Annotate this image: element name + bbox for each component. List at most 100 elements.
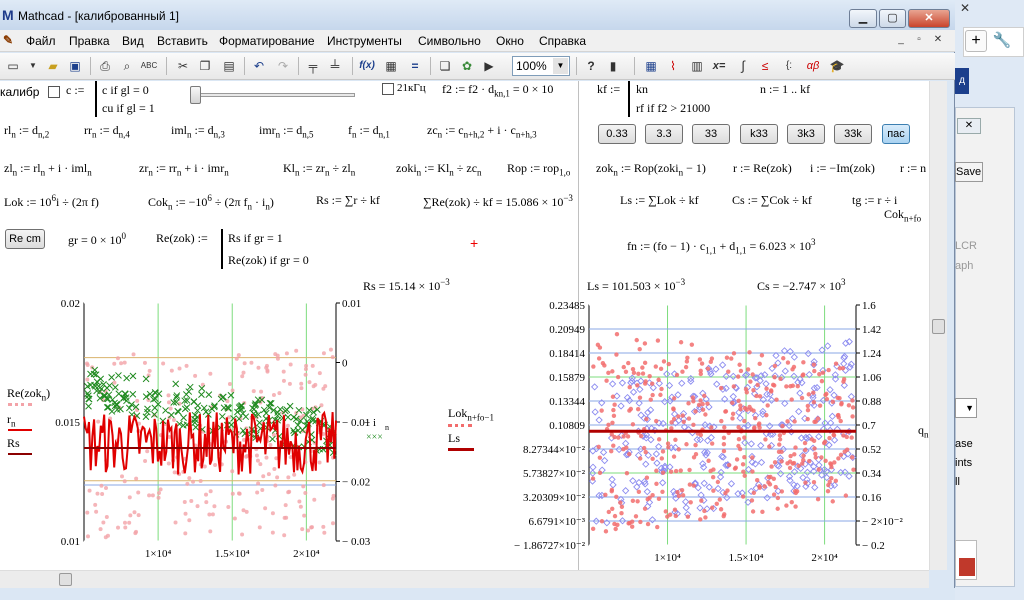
- symbolic-icon[interactable]: 🎓: [828, 57, 846, 75]
- menu-symbolics[interactable]: Символьно: [418, 34, 481, 48]
- insert-function-icon[interactable]: f(x): [358, 57, 376, 75]
- kf-case-2: rf if f2 > 21000: [636, 101, 711, 115]
- evaluation-icon[interactable]: x=: [710, 57, 728, 75]
- menu-view[interactable]: Вид: [122, 34, 144, 48]
- point-lok: [764, 412, 769, 418]
- side-dropdown[interactable]: ▼: [955, 398, 977, 418]
- legend-i-marker: ×××: [366, 432, 383, 443]
- greek-icon[interactable]: αβ: [804, 57, 822, 75]
- document-icon[interactable]: ✎: [3, 33, 19, 49]
- vertical-scrollbar[interactable]: [929, 81, 947, 570]
- align-down-icon[interactable]: ╧: [326, 57, 344, 75]
- menu-format[interactable]: Форматирование: [219, 34, 315, 48]
- range-button-33k[interactable]: 33k: [834, 124, 872, 144]
- spell-check-icon[interactable]: ABC: [140, 57, 158, 75]
- horizontal-scrollbar[interactable]: [0, 570, 929, 588]
- graph-icon[interactable]: ⌇: [664, 57, 682, 75]
- worksheet[interactable]: калибр c := c if gl = 0 cu if gl = 1 21к…: [0, 81, 947, 570]
- add-tab-icon[interactable]: +: [965, 30, 987, 52]
- point-lok: [606, 422, 611, 428]
- new-doc-dropdown-icon[interactable]: ▼: [24, 57, 42, 75]
- point-lok: [743, 386, 749, 392]
- calculator-icon[interactable]: ▦: [642, 57, 660, 75]
- kalibr-checkbox[interactable]: [48, 86, 60, 98]
- zoom-select[interactable]: 100% ▼: [512, 56, 570, 76]
- print-preview-icon[interactable]: ⌕: [118, 57, 136, 75]
- point-lok: [831, 432, 836, 438]
- point-lok: [817, 403, 823, 408]
- range-button-k33[interactable]: k33: [740, 124, 778, 144]
- point-lok: [596, 444, 601, 449]
- chevron-down-icon[interactable]: ▼: [553, 58, 568, 74]
- wrench-icon[interactable]: 🔧: [991, 30, 1013, 52]
- menu-help[interactable]: Справка: [539, 34, 586, 48]
- calculate-icon[interactable]: =: [406, 57, 424, 75]
- menu-tools[interactable]: Инструменты: [327, 34, 402, 48]
- menu-file[interactable]: Файл: [26, 34, 56, 48]
- minimize-button[interactable]: ▁: [849, 9, 877, 28]
- vertical-scroll-thumb[interactable]: [932, 319, 945, 334]
- cok-definition: Cokn := −106 ÷ (2π fn · in): [148, 193, 274, 212]
- insert-unit-icon[interactable]: ▦: [382, 57, 400, 75]
- menu-insert[interactable]: Вставить: [157, 34, 208, 48]
- range-button-33[interactable]: 33: [692, 124, 730, 144]
- horizontal-scroll-thumb[interactable]: [59, 573, 72, 586]
- point-lok: [793, 504, 798, 509]
- boolean-icon[interactable]: ≤: [756, 57, 774, 75]
- y-tick-label-left: 0.13344: [549, 396, 585, 408]
- matrix-icon[interactable]: ▥: [688, 57, 706, 75]
- point-lok: [687, 482, 693, 487]
- point-lok: [626, 360, 631, 366]
- maximize-button[interactable]: ▢: [879, 9, 906, 28]
- point-re-zok: [270, 511, 275, 516]
- align-icon[interactable]: ╤: [304, 57, 322, 75]
- cut-icon[interactable]: ✂: [174, 57, 192, 75]
- undo-icon[interactable]: ↶: [250, 57, 268, 75]
- doc-restore-button[interactable]: ▫: [911, 33, 927, 48]
- plot-inductance[interactable]: 0.23485 0.20949 0.18414 0.15879 0.13344 0.108…: [500, 296, 940, 570]
- programming-icon[interactable]: {:: [780, 57, 798, 75]
- new-doc-icon[interactable]: ▭: [4, 57, 22, 75]
- range-button-0-33[interactable]: 0.33: [598, 124, 636, 144]
- paste-icon[interactable]: ▤: [220, 57, 238, 75]
- menu-window[interactable]: Окно: [496, 34, 524, 48]
- point-re-zok: [244, 454, 249, 459]
- open-icon[interactable]: ▰: [44, 57, 62, 75]
- point-lok: [633, 514, 639, 519]
- point-lok: [764, 386, 769, 391]
- save-button[interactable]: Save: [955, 162, 983, 182]
- point-re-zok: [187, 518, 192, 523]
- doc-close-button[interactable]: ✕: [930, 33, 946, 48]
- 21khz-checkbox[interactable]: [382, 83, 394, 95]
- plot-resistance[interactable]: 0.020.0150.010.010− 0.01− 0.02− 0.031×10…: [0, 296, 410, 570]
- point-re-zok: [112, 361, 117, 366]
- side-panel-close-button[interactable]: ✕: [957, 118, 981, 134]
- menu-edit[interactable]: Правка: [69, 34, 110, 48]
- point-re-zok: [286, 475, 291, 480]
- print-icon[interactable]: ⎙: [96, 57, 114, 75]
- resource-icon[interactable]: ✿: [458, 57, 476, 75]
- redo-icon[interactable]: ↷: [274, 57, 292, 75]
- point-re-zok: [204, 492, 209, 497]
- slider-track[interactable]: [190, 93, 355, 97]
- point-re-zok: [119, 361, 124, 366]
- calculus-icon[interactable]: ∫: [734, 57, 752, 75]
- point-lok: [813, 455, 818, 460]
- copy-icon[interactable]: ❐: [196, 57, 214, 75]
- re-cm-button[interactable]: Re cm: [5, 229, 45, 249]
- point-re-zok: [281, 369, 286, 374]
- range-button-3-3[interactable]: 3.3: [645, 124, 683, 144]
- book-icon[interactable]: ▮: [604, 57, 622, 75]
- range-button-3k3[interactable]: 3k3: [787, 124, 825, 144]
- background-close-button[interactable]: ✕: [958, 1, 972, 17]
- save-icon[interactable]: ▣: [66, 57, 84, 75]
- range-button-pas[interactable]: пас: [882, 124, 910, 144]
- component-icon[interactable]: ❏: [436, 57, 454, 75]
- help-icon[interactable]: ?: [582, 57, 600, 75]
- slider-thumb[interactable]: [190, 86, 201, 104]
- run-icon[interactable]: ▶: [480, 57, 498, 75]
- point-re-zok: [158, 487, 163, 492]
- doc-minimize-button[interactable]: _: [893, 33, 909, 48]
- legend-lok-marker: [448, 424, 472, 427]
- close-button[interactable]: ✕: [908, 9, 950, 28]
